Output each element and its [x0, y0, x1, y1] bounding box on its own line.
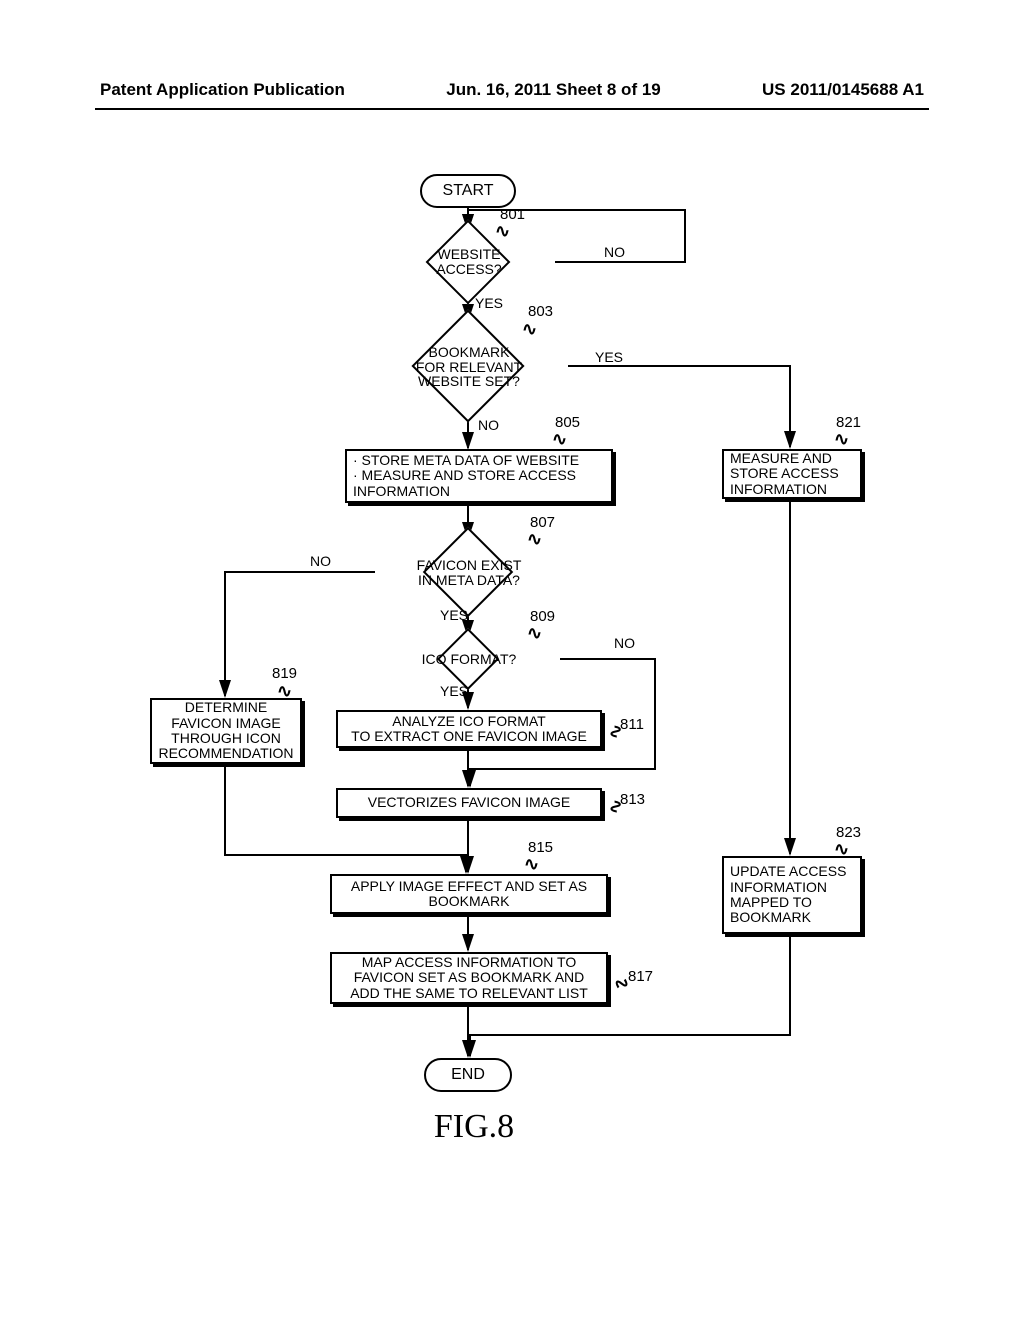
process-819: DETERMINE FAVICON IMAGE THROUGH ICON REC… [150, 698, 302, 764]
connectors [0, 160, 1024, 1210]
process-815: APPLY IMAGE EFFECT AND SET AS BOOKMARK [330, 874, 608, 914]
header-rule [95, 108, 929, 110]
edge-label-yes: YES [440, 683, 468, 699]
ref-821: 821 [836, 414, 861, 431]
ref-809: 809 [530, 608, 555, 625]
terminal-end-text: END [451, 1067, 485, 1083]
decision-803 [411, 309, 524, 422]
edge-label-no: NO [614, 635, 635, 651]
header-right: US 2011/0145688 A1 [762, 80, 924, 100]
tilde-icon: ∿ [527, 623, 542, 644]
edge-label-no: NO [478, 417, 499, 433]
flowchart: START WEBSITE ACCESS? ∿ 801 NO YES BOOKM… [0, 160, 1024, 1210]
process-813: VECTORIZES FAVICON IMAGE [336, 788, 602, 818]
tilde-icon: ∿ [834, 429, 849, 450]
tilde-icon: ∿ [522, 319, 537, 340]
ref-823: 823 [836, 824, 861, 841]
ref-801: 801 [500, 206, 525, 223]
ref-803: 803 [528, 303, 553, 320]
terminal-start-text: START [443, 183, 494, 199]
tilde-icon: ∿ [524, 854, 539, 875]
tilde-icon: ∿ [495, 221, 510, 242]
terminal-end: END [424, 1058, 512, 1092]
ref-819: 819 [272, 665, 297, 682]
tilde-icon: ∿ [527, 529, 542, 550]
edge-label-no: NO [310, 553, 331, 569]
figure-label: FIG.8 [414, 1108, 534, 1146]
tilde-icon: ∿ [552, 429, 567, 450]
process-817: MAP ACCESS INFORMATION TO FAVICON SET AS… [330, 952, 608, 1004]
edge-label-yes: YES [475, 295, 503, 311]
ref-811: 811 [620, 716, 644, 733]
decision-809 [437, 628, 499, 690]
edge-label-no: NO [604, 244, 625, 260]
process-811: ANALYZE ICO FORMAT TO EXTRACT ONE FAVICO… [336, 710, 602, 748]
page: Patent Application Publication Jun. 16, … [0, 0, 1024, 1320]
ref-817: 817 [628, 968, 653, 985]
process-821: MEASURE AND STORE ACCESS INFORMATION [722, 449, 862, 499]
process-805: · STORE META DATA OF WEBSITE · MEASURE A… [345, 449, 613, 503]
ref-807: 807 [530, 514, 555, 531]
header-left: Patent Application Publication [100, 80, 345, 100]
ref-805: 805 [555, 414, 580, 431]
header-center: Jun. 16, 2011 Sheet 8 of 19 [446, 80, 661, 100]
ref-815: 815 [528, 839, 553, 856]
ref-813: 813 [620, 791, 645, 808]
page-header: Patent Application Publication Jun. 16, … [0, 80, 1024, 100]
process-823: UPDATE ACCESS INFORMATION MAPPED TO BOOK… [722, 856, 862, 934]
decision-807 [423, 527, 514, 618]
terminal-start: START [420, 174, 516, 208]
edge-label-yes: YES [440, 607, 468, 623]
edge-label-yes: YES [595, 349, 623, 365]
